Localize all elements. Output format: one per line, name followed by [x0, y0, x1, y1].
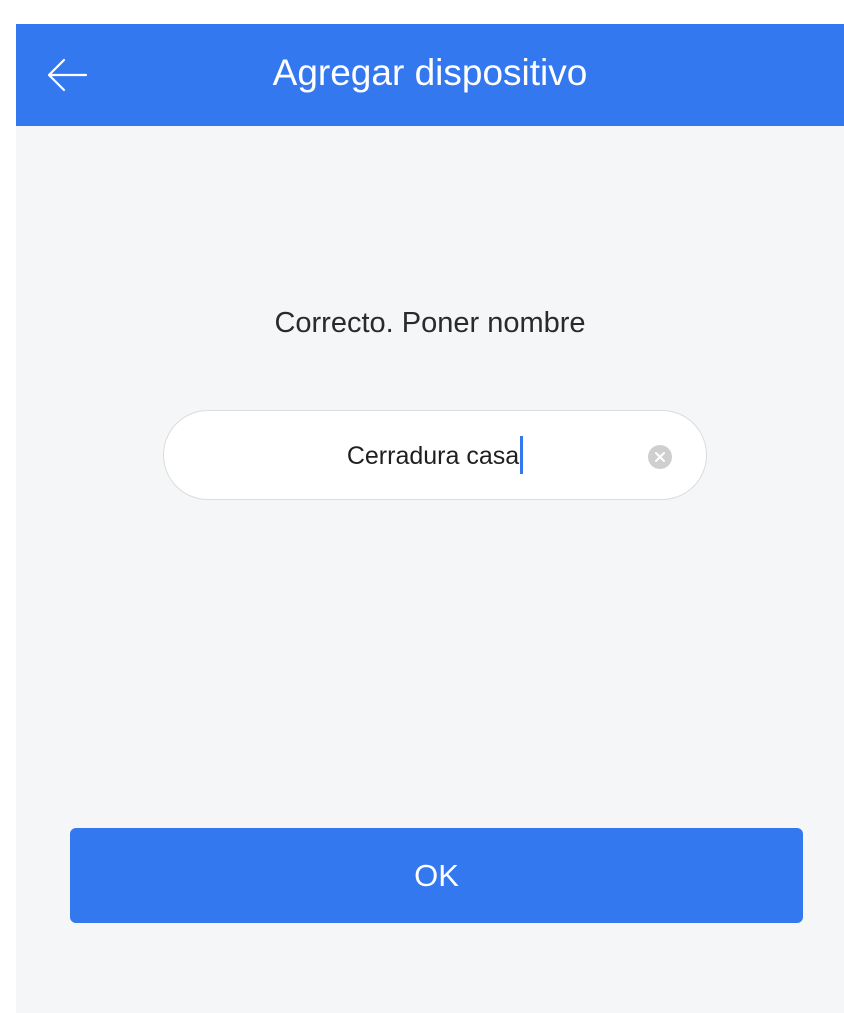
device-name-input-wrapper[interactable]: Cerradura casa — [164, 411, 706, 501]
clear-circle-icon[interactable] — [647, 444, 673, 470]
text-cursor — [520, 436, 524, 475]
ok-button[interactable]: OK — [70, 828, 803, 923]
device-name-value: Cerradura casa — [346, 442, 520, 470]
add-device-screen: Agregar dispositivo Correcto. Poner nomb… — [16, 24, 844, 1013]
naming-prompt: Correcto. Poner nombre — [274, 307, 586, 339]
app-header: Agregar dispositivo — [16, 24, 844, 126]
page-title: Agregar dispositivo — [272, 52, 588, 93]
arrow-left-icon[interactable] — [40, 47, 96, 103]
device-name-field[interactable]: Cerradura casa — [163, 410, 707, 500]
